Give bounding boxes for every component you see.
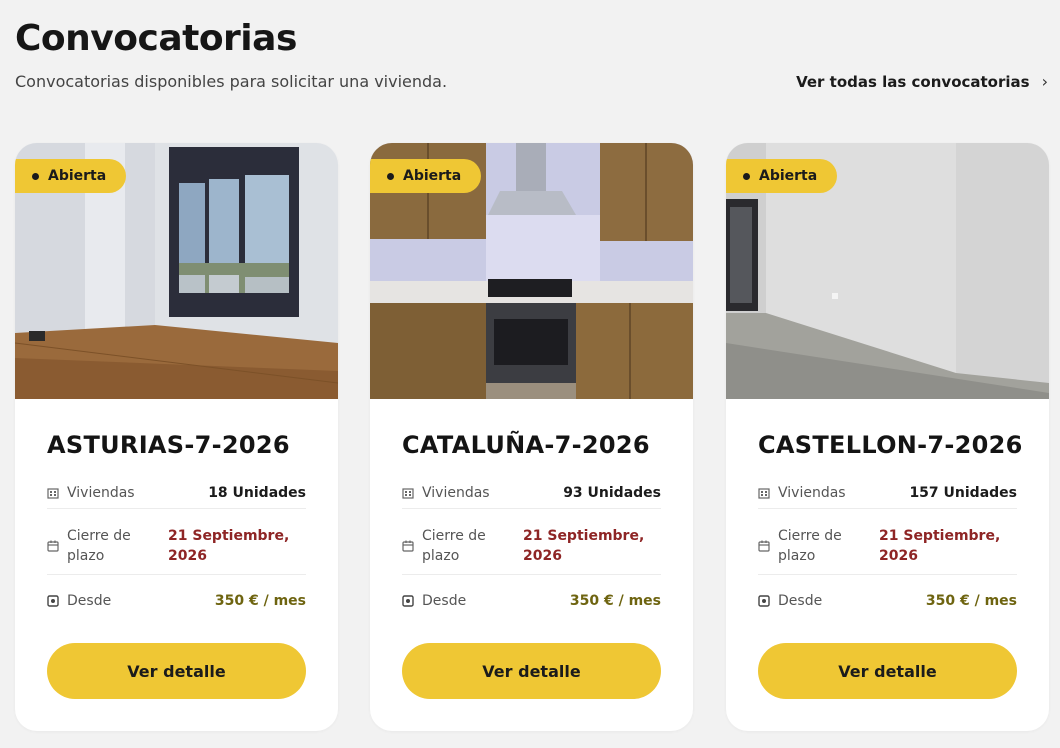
price-value: 350 € / mes bbox=[925, 593, 1017, 609]
calendar-icon bbox=[47, 540, 59, 552]
page-subtitle: Convocatorias disponibles para solicitar… bbox=[15, 72, 448, 91]
price-value: 350 € / mes bbox=[569, 593, 661, 609]
deadline-label: Cierre de plazo bbox=[67, 528, 131, 564]
convocatoria-card[interactable]: Abierta CASTELLON-7-2026 Viviendas 157 U… bbox=[726, 143, 1049, 731]
deadline-row: Cierre de plazo 21 Septiembre, 2026 bbox=[402, 518, 661, 575]
units-value: 157 Unidades bbox=[909, 484, 1017, 501]
price-row: Desde 350 € / mes bbox=[47, 585, 306, 617]
card-title: CATALUÑA-7-2026 bbox=[402, 431, 650, 459]
view-detail-button[interactable]: Ver detalle bbox=[47, 643, 306, 699]
price-label: Desde bbox=[422, 593, 467, 609]
building-icon bbox=[402, 487, 414, 499]
view-detail-button[interactable]: Ver detalle bbox=[758, 643, 1017, 699]
status-dot-icon bbox=[32, 172, 39, 180]
deadline-label: Cierre de plazo bbox=[778, 528, 842, 564]
view-detail-button[interactable]: Ver detalle bbox=[402, 643, 661, 699]
price-row: Desde 350 € / mes bbox=[402, 585, 661, 617]
units-label: Viviendas bbox=[67, 484, 135, 501]
price-tag-icon bbox=[47, 595, 59, 607]
deadline-value: 21 Septiembre, 2026 bbox=[168, 528, 290, 564]
price-label: Desde bbox=[67, 593, 112, 609]
price-tag-icon bbox=[402, 595, 414, 607]
status-badge: Abierta bbox=[15, 159, 127, 193]
deadline-row: Cierre de plazo 21 Septiembre, 2026 bbox=[47, 518, 306, 575]
price-row: Desde 350 € / mes bbox=[758, 585, 1017, 617]
page-title: Convocatorias bbox=[15, 18, 297, 59]
status-dot-icon bbox=[743, 172, 750, 180]
see-all-label: Ver todas las convocatorias bbox=[796, 72, 1030, 91]
status-badge: Abierta bbox=[726, 159, 838, 193]
status-label: Abierta bbox=[403, 168, 462, 184]
units-label: Viviendas bbox=[778, 484, 846, 501]
card-title: ASTURIAS-7-2026 bbox=[47, 431, 290, 459]
see-all-link[interactable]: Ver todas las convocatorias › bbox=[796, 72, 1048, 91]
calendar-icon bbox=[402, 540, 414, 552]
convocatoria-card[interactable]: Abierta ASTURIAS-7-2026 Viviendas 18 Uni… bbox=[15, 143, 338, 731]
units-row: Viviendas 157 Unidades bbox=[758, 477, 1017, 509]
units-label: Viviendas bbox=[422, 484, 490, 501]
building-icon bbox=[758, 487, 770, 499]
deadline-value: 21 Septiembre, 2026 bbox=[879, 528, 1001, 564]
units-value: 93 Unidades bbox=[563, 484, 661, 501]
units-row: Viviendas 93 Unidades bbox=[402, 477, 661, 509]
status-label: Abierta bbox=[759, 168, 818, 184]
chevron-right-icon: › bbox=[1041, 72, 1048, 91]
price-tag-icon bbox=[758, 595, 770, 607]
calendar-icon bbox=[758, 540, 770, 552]
price-label: Desde bbox=[778, 593, 823, 609]
status-dot-icon bbox=[387, 172, 394, 180]
status-label: Abierta bbox=[48, 168, 107, 184]
status-badge: Abierta bbox=[370, 159, 482, 193]
units-value: 18 Unidades bbox=[208, 484, 306, 501]
card-title: CASTELLON-7-2026 bbox=[758, 431, 1023, 459]
deadline-label: Cierre de plazo bbox=[422, 528, 486, 564]
units-row: Viviendas 18 Unidades bbox=[47, 477, 306, 509]
deadline-value: 21 Septiembre, 2026 bbox=[523, 528, 645, 564]
price-value: 350 € / mes bbox=[214, 593, 306, 609]
building-icon bbox=[47, 487, 59, 499]
convocatoria-card[interactable]: Abierta CATALUÑA-7-2026 Viviendas 93 Uni… bbox=[370, 143, 693, 731]
deadline-row: Cierre de plazo 21 Septiembre, 2026 bbox=[758, 518, 1017, 575]
